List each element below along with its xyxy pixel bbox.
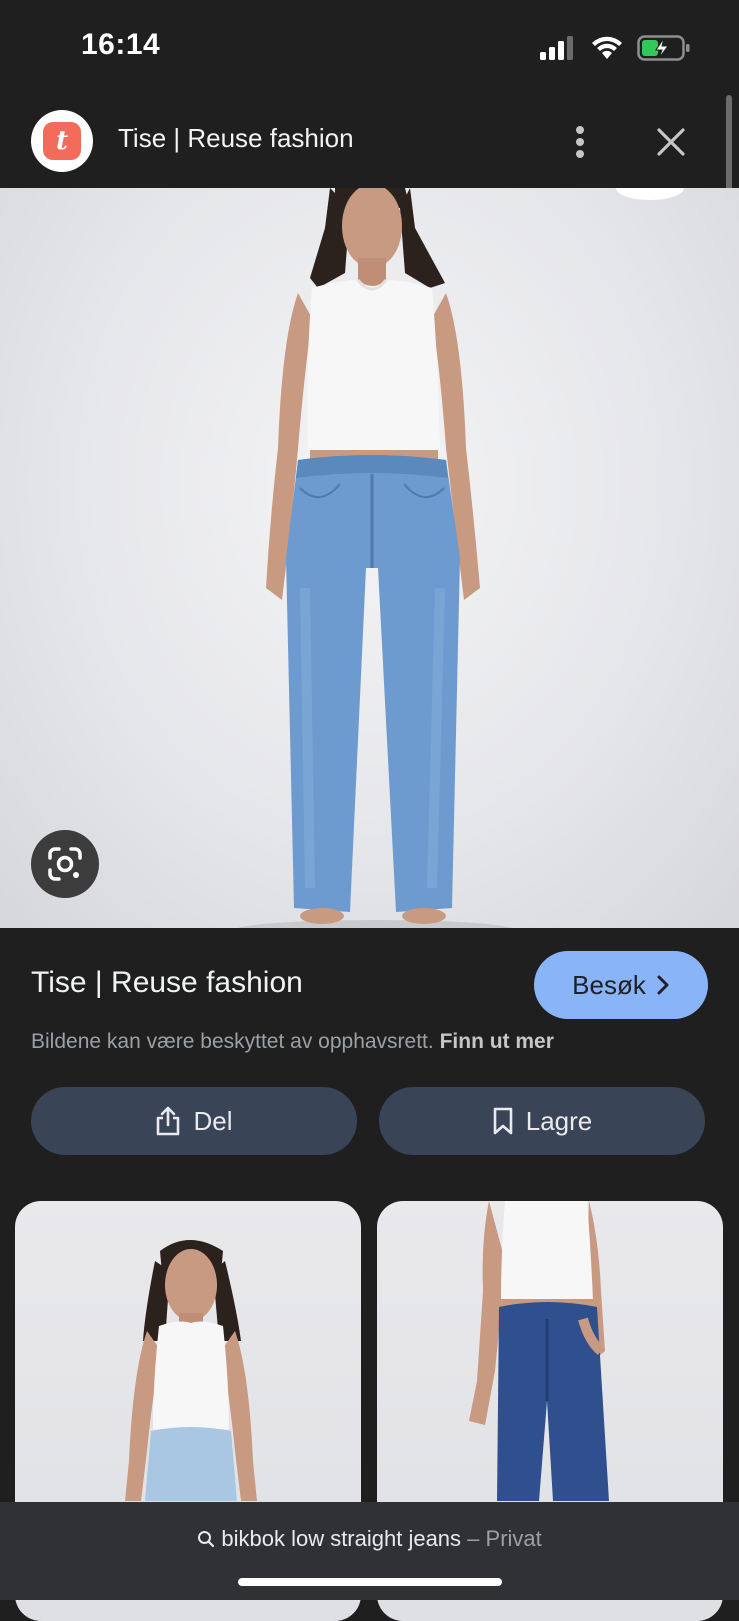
- battery-charging-icon: [637, 35, 690, 61]
- header-title: Tise | Reuse fashion: [118, 123, 354, 153]
- cellular-signal-icon: [540, 36, 573, 60]
- status-bar: 16:14: [0, 0, 739, 96]
- chevron-right-icon: [657, 975, 669, 995]
- private-mode-label: Privat: [485, 1526, 542, 1551]
- search-query[interactable]: bikbok low straight jeans – Privat: [0, 1526, 739, 1552]
- copyright-notice: Bildene kan være beskyttet av opphavsret…: [31, 1030, 554, 1054]
- result-title: Tise | Reuse fashion: [31, 966, 303, 999]
- viewer-header: t Tise | Reuse fashion: [0, 96, 739, 188]
- copyright-text: Bildene kan være beskyttet av opphavsret…: [31, 1030, 434, 1053]
- search-query-text: bikbok low straight jeans: [221, 1526, 462, 1551]
- learn-more-link[interactable]: Finn ut mer: [440, 1030, 554, 1053]
- status-icons: [539, 34, 691, 62]
- save-button[interactable]: Lagre: [379, 1087, 705, 1155]
- save-button-label: Lagre: [525, 1105, 593, 1136]
- model-illustration: [237, 188, 684, 928]
- bookmark-icon: [493, 1107, 513, 1135]
- search-icon: [198, 1531, 215, 1548]
- close-icon: [657, 128, 685, 156]
- share-button[interactable]: Del: [31, 1087, 357, 1155]
- close-button[interactable]: [648, 116, 694, 168]
- share-icon: [157, 1106, 180, 1136]
- home-indicator[interactable]: [238, 1578, 502, 1586]
- main-product-image[interactable]: [0, 188, 739, 928]
- lens-icon: [48, 847, 82, 881]
- query-separator: –: [461, 1526, 486, 1551]
- share-button-label: Del: [193, 1105, 233, 1136]
- status-time: 16:14: [81, 28, 161, 61]
- more-vert-icon: [576, 126, 584, 158]
- wifi-icon: [592, 36, 622, 59]
- site-logo-badge: t: [43, 122, 81, 160]
- bottom-search-bar[interactable]: bikbok low straight jeans – Privat: [0, 1502, 739, 1600]
- more-options-button[interactable]: [560, 114, 600, 170]
- google-lens-button[interactable]: [31, 830, 99, 898]
- site-logo[interactable]: t: [31, 110, 93, 172]
- visit-button-label: Besøk: [572, 969, 646, 1000]
- visit-button[interactable]: Besøk: [534, 951, 708, 1019]
